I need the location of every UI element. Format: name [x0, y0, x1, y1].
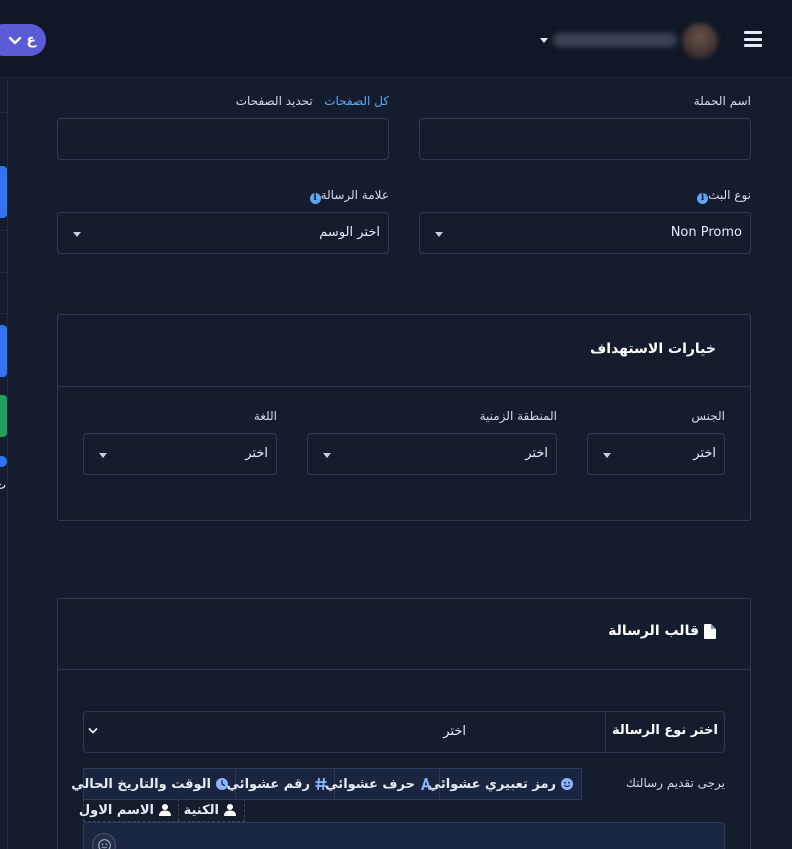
broadcast-type-value: Non Promo	[670, 225, 742, 240]
caret-down-icon	[73, 232, 81, 237]
info-icon[interactable]: i	[697, 193, 709, 204]
tag-label: حرف عشوائي	[325, 776, 415, 792]
sidebar-partial-text: ت	[0, 478, 7, 493]
caret-down-icon	[603, 453, 611, 458]
message-tag-value: اختر الوسم	[319, 225, 380, 240]
language-select[interactable]: اختر	[83, 433, 277, 475]
language-label: ع	[26, 32, 36, 48]
letter-a-icon	[421, 778, 431, 790]
hash-icon	[315, 778, 327, 790]
sidebar-divider	[0, 112, 7, 113]
sidebar-divider	[0, 230, 7, 231]
user-icon	[224, 804, 236, 816]
language-switcher[interactable]: ع	[0, 24, 46, 56]
message-type-value: اختر	[443, 724, 466, 739]
sidebar-button-success[interactable]	[0, 395, 7, 437]
language-value: اختر	[245, 446, 268, 461]
tag-random-emoji[interactable]: رمز تعبيري عشوائي	[428, 769, 581, 799]
targeting-card-header: خيارات الاستهداف	[58, 315, 750, 387]
clock-icon	[216, 778, 228, 790]
message-tag-select[interactable]: اختر الوسم	[57, 212, 389, 254]
tag-label: رمز تعبيري عشوائي	[427, 776, 556, 792]
pages-label-group: كل الصفحات تحديد الصفحات	[236, 94, 389, 108]
emoji-picker-button[interactable]	[92, 833, 116, 849]
broadcast-type-select[interactable]: Non Promo	[419, 212, 751, 254]
message-tag-label: علامة الرسالة	[320, 188, 389, 202]
timezone-select[interactable]: اختر	[307, 433, 557, 475]
user-icon	[159, 804, 171, 816]
all-pages-link[interactable]: كل الصفحات	[324, 94, 389, 108]
pages-label: تحديد الصفحات	[235, 94, 313, 108]
chevron-down-icon	[88, 728, 98, 734]
tag-label: الكنية	[183, 802, 219, 818]
broadcast-type-label-group: نوع البثi	[693, 188, 751, 204]
tag-random-number[interactable]: رقم عشوائي	[227, 769, 335, 799]
caret-down-icon	[99, 453, 107, 458]
info-icon[interactable]: i	[309, 193, 321, 204]
message-template-title-group: قالب الرسالة	[608, 623, 716, 639]
sidebar-button-primary[interactable]	[0, 166, 7, 218]
tag-random-letter[interactable]: حرف عشوائي	[325, 769, 440, 799]
language-label: اللغة	[253, 409, 277, 423]
broadcast-type-label: نوع البث	[708, 188, 751, 202]
tag-label: الاسم الاول	[78, 802, 154, 818]
avatar[interactable]	[682, 23, 718, 59]
message-template-card-header: قالب الرسالة	[58, 599, 750, 670]
targeting-title: خيارات الاستهداف	[590, 341, 716, 357]
gender-label: الجنس	[691, 409, 725, 423]
gender-value: اختر	[693, 446, 716, 461]
variable-tags-row2: الكنية الاسم الاول	[79, 799, 245, 822]
pages-select[interactable]	[57, 118, 389, 160]
message-type-group: اختر نوع الرسالة اختر	[83, 711, 725, 753]
caret-down-icon	[435, 232, 443, 237]
hamburger-menu-icon[interactable]	[744, 31, 762, 47]
message-prompt-label: يرجى تقديم رسالتك	[626, 776, 725, 790]
message-textarea[interactable]	[83, 822, 725, 849]
targeting-card: خيارات الاستهداف	[57, 314, 751, 521]
tag-last-name[interactable]: الكنية	[184, 799, 236, 821]
smile-icon	[561, 778, 573, 790]
message-tag-label-group: علامة الرسالةi	[306, 188, 389, 204]
campaign-name-input[interactable]	[419, 118, 751, 160]
tag-divider	[178, 799, 179, 821]
timezone-label: المنطقة الزمنية	[479, 409, 557, 423]
timezone-value: اختر	[525, 446, 548, 461]
message-type-label: اختر نوع الرسالة	[605, 712, 724, 752]
sidebar-button-secondary[interactable]	[0, 325, 7, 377]
file-icon	[704, 623, 716, 639]
sidebar-divider	[0, 272, 7, 273]
tag-label: رقم عشوائي	[226, 776, 310, 792]
sidebar-divider	[0, 313, 7, 314]
tag-current-datetime[interactable]: الوقت والتاريخ الحالي	[71, 769, 236, 799]
tag-first-name[interactable]: الاسم الاول	[79, 799, 171, 821]
smile-icon	[98, 839, 111, 849]
user-name[interactable]	[553, 33, 677, 47]
message-type-select[interactable]: اختر	[84, 712, 604, 752]
gender-select[interactable]: اختر	[587, 433, 725, 475]
message-template-title: قالب الرسالة	[608, 623, 699, 639]
top-bar: ع	[0, 0, 792, 78]
variable-tags: رمز تعبيري عشوائي حرف عشوائي رقم عشوائي …	[71, 768, 582, 800]
user-menu-caret-icon[interactable]	[540, 38, 548, 43]
chevron-down-icon	[9, 36, 22, 45]
tag-label: الوقت والتاريخ الحالي	[71, 776, 211, 792]
campaign-name-label: اسم الحملة	[693, 94, 751, 108]
caret-down-icon	[323, 453, 331, 458]
